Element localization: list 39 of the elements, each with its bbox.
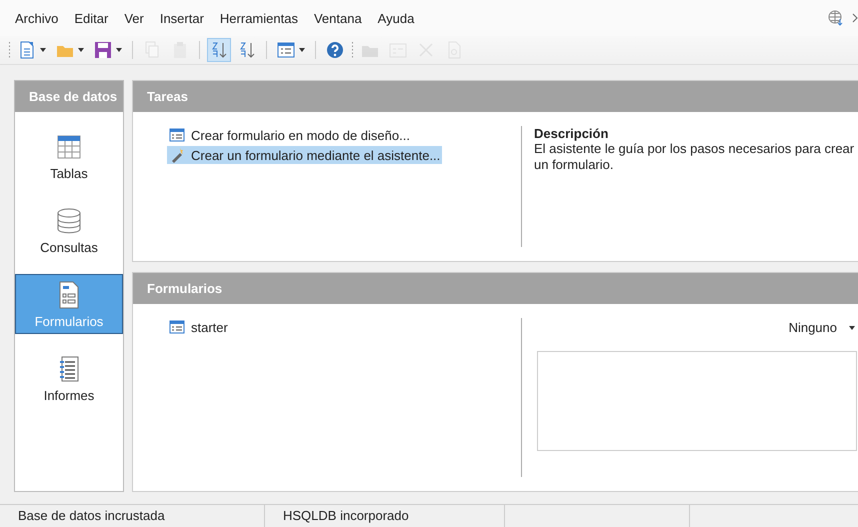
sidebar-item[interactable]: Consultas [15, 200, 123, 260]
sidebar-item[interactable]: Tablas [15, 126, 123, 186]
preview-dropdown[interactable]: Ninguno [786, 318, 857, 337]
description-text: El asistente le guía por los pasos necesarios para crear un formulario. [534, 141, 856, 173]
description-title: Descripción [534, 126, 610, 141]
form-icon [169, 127, 185, 143]
status-cell: Base de datos incrustada [0, 505, 265, 527]
sort-ascending-icon [210, 41, 228, 59]
chevron-icon[interactable] [852, 13, 858, 23]
task-item[interactable]: Crear formulario en modo de diseño... [167, 126, 412, 144]
menu-item[interactable]: Archivo [15, 10, 58, 26]
sort-descending-icon [238, 41, 256, 59]
menu-item[interactable]: Herramientas [220, 10, 298, 26]
menu-item[interactable]: Insertar [160, 10, 204, 26]
menu-item[interactable]: Ventana [314, 10, 362, 26]
caret-icon [299, 48, 305, 52]
toolbar-button[interactable] [207, 38, 231, 62]
task-item[interactable]: Crear un formulario mediante el asistente... [167, 146, 442, 164]
caret-icon [849, 326, 855, 330]
form-icon [277, 41, 295, 59]
grip-icon [351, 41, 354, 59]
help-icon [326, 41, 344, 59]
caret-icon [116, 48, 122, 52]
grip-icon [8, 41, 11, 59]
sidebar-item[interactable]: Informes [15, 348, 123, 408]
globe-icon[interactable] [828, 10, 844, 26]
menu-item[interactable]: Editar [74, 10, 108, 26]
panel-header: Tareas [133, 81, 858, 112]
panel-header: Base de datos [15, 81, 123, 112]
status-cell: HSQLDB incorporado [265, 505, 505, 527]
caret-icon [40, 48, 46, 52]
menu-item[interactable]: Ayuda [378, 10, 414, 26]
form-item[interactable]: starter [167, 318, 230, 336]
caret-icon [78, 48, 84, 52]
menu-item[interactable]: Ver [124, 10, 144, 26]
form-icon [169, 319, 185, 335]
panel-header: Formularios [133, 273, 858, 304]
copy-icon [143, 41, 161, 59]
document-icon [18, 41, 36, 59]
